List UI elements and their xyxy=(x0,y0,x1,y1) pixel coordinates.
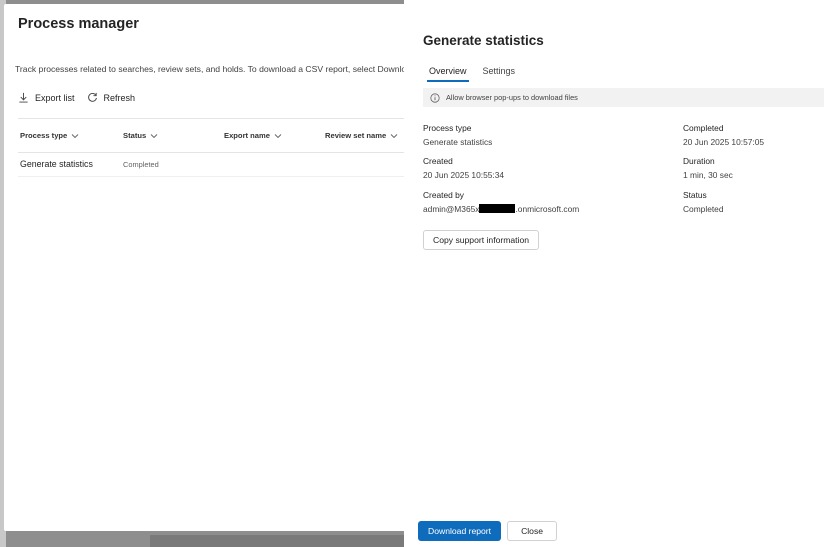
close-button[interactable]: Close xyxy=(507,521,558,541)
column-header-review-set-name[interactable]: Review set name xyxy=(325,131,398,140)
field-label: Duration xyxy=(683,156,715,166)
created-by-suffix: .onmicrosoft.com xyxy=(515,204,580,214)
chevron-down-icon xyxy=(274,133,282,138)
field-duration: Duration 1 min, 30 sec xyxy=(683,156,733,180)
field-label: Created by xyxy=(423,190,464,200)
copy-support-information-button[interactable]: Copy support information xyxy=(423,230,540,250)
table-header: Process type Status Export name Review s… xyxy=(20,131,410,145)
field-process-type: Process type Generate statistics xyxy=(423,123,492,147)
refresh-button[interactable]: Refresh xyxy=(87,92,136,103)
field-value: Completed xyxy=(683,204,724,214)
chevron-down-icon xyxy=(150,133,158,138)
process-manager-description: Track processes related to searches, rev… xyxy=(15,64,405,74)
chevron-down-icon xyxy=(390,133,398,138)
panel-footer: Download report Close xyxy=(418,521,558,541)
redaction-block xyxy=(479,204,516,213)
refresh-icon xyxy=(87,92,97,102)
created-by-prefix: admin@M365x xyxy=(423,204,480,214)
toolbar-divider xyxy=(18,118,408,119)
export-list-button[interactable]: Export list xyxy=(18,92,75,103)
info-message-text: Allow browser pop-ups to download files xyxy=(446,93,578,102)
field-value: 20 Jun 2025 10:55:34 xyxy=(423,170,505,180)
info-icon xyxy=(430,92,440,103)
field-status: Status Completed xyxy=(683,190,724,214)
field-created: Created 20 Jun 2025 10:55:34 xyxy=(423,156,504,180)
download-icon xyxy=(19,92,28,103)
field-label: Created xyxy=(423,156,453,166)
cell-status: Completed xyxy=(123,160,159,169)
export-list-label: Export list xyxy=(35,92,75,103)
field-label: Process type xyxy=(423,123,472,133)
field-label: Status xyxy=(683,190,707,200)
field-value: Generate statistics xyxy=(423,137,493,147)
chevron-down-icon xyxy=(71,133,79,138)
background-scrollbar xyxy=(150,535,430,547)
column-header-status[interactable]: Status xyxy=(123,131,158,140)
process-manager-panel: Process manager Track processes related … xyxy=(4,4,444,531)
panel-title: Generate statistics xyxy=(423,33,544,48)
header-divider xyxy=(18,152,408,153)
field-value: 20 Jun 2025 10:57:05 xyxy=(683,137,765,147)
panel-tabs: Overview Settings xyxy=(423,66,521,82)
field-label: Completed xyxy=(683,123,724,133)
field-completed: Completed 20 Jun 2025 10:57:05 xyxy=(683,123,764,147)
column-header-export-name[interactable]: Export name xyxy=(224,131,282,140)
details-panel: Generate statistics Overview Settings Al… xyxy=(404,0,824,547)
row-divider xyxy=(18,176,408,177)
process-manager-toolbar: Export list Refresh xyxy=(18,92,135,103)
tab-overview[interactable]: Overview xyxy=(423,66,473,82)
tab-settings[interactable]: Settings xyxy=(477,66,522,82)
column-header-process-type[interactable]: Process type xyxy=(20,131,79,140)
download-report-button[interactable]: Download report xyxy=(418,521,502,541)
field-value: 1 min, 30 sec xyxy=(683,170,733,180)
field-value: admin@M365x .onmicrosoft.com xyxy=(423,204,579,214)
field-created-by: Created by admin@M365x .onmicrosoft.com xyxy=(423,190,579,214)
process-manager-title: Process manager xyxy=(18,16,139,32)
table-row[interactable]: Generate statistics Completed xyxy=(20,159,410,173)
cell-process-type: Generate statistics xyxy=(20,159,93,169)
refresh-label: Refresh xyxy=(103,92,136,103)
info-message-bar: Allow browser pop-ups to download files xyxy=(423,88,824,107)
